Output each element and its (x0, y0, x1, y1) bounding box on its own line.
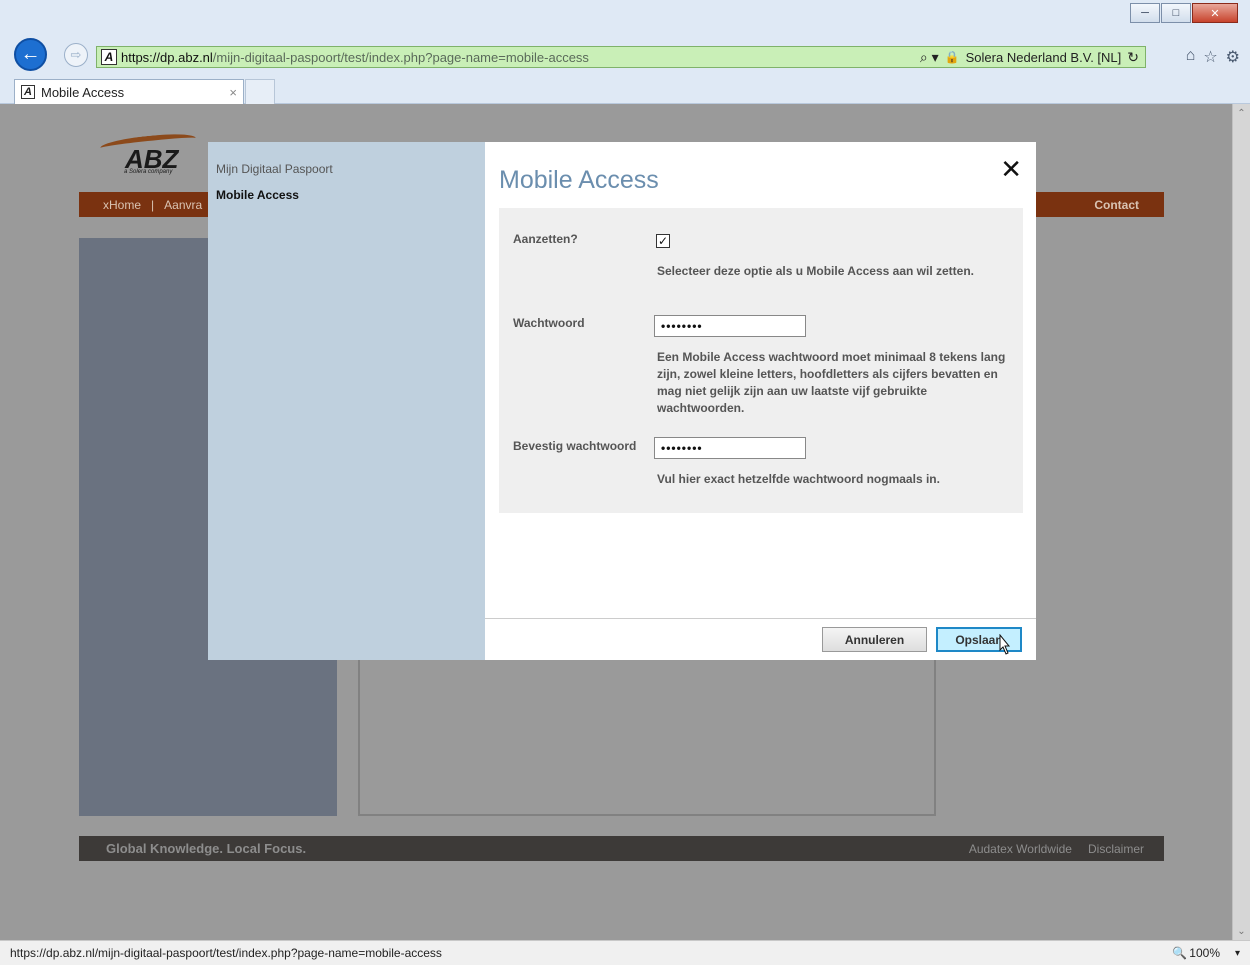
tab-title: Mobile Access (41, 84, 125, 100)
background-footer: Global Knowledge. Local Focus. Audatex W… (79, 836, 1164, 861)
nav-aanvragen-link[interactable]: Aanvra (164, 198, 202, 212)
tab-strip: A Mobile Access × (14, 79, 275, 104)
logo-subtitle: a Solera company (124, 169, 173, 175)
footer-tagline: Global Knowledge. Local Focus. (106, 841, 307, 856)
cancel-button[interactable]: Annuleren (822, 627, 927, 652)
url-scheme: https:// (121, 49, 161, 65)
sidebar-item-mijn-digitaal-paspoort[interactable]: Mijn Digitaal Paspoort (216, 162, 477, 176)
zoom-level: 100% (1189, 946, 1220, 960)
maximize-button[interactable]: □ (1161, 3, 1191, 23)
tab-close-icon[interactable]: × (229, 85, 237, 100)
window-controls: ─ □ ✕ (1130, 3, 1238, 23)
tab-favicon-icon: A (21, 85, 35, 99)
favorites-star-icon[interactable]: ☆ (1203, 47, 1217, 67)
site-favicon-icon: A (101, 49, 117, 65)
confirm-password-help-text: Vul hier exact hetzelfde wachtwoord nogm… (657, 472, 940, 486)
footer-link-audatex[interactable]: Audatex Worldwide (969, 842, 1072, 856)
address-bar[interactable]: A https://dp.abz.nl/mijn-digitaal-paspoo… (96, 46, 1146, 68)
footer-link-disclaimer[interactable]: Disclaimer (1088, 842, 1144, 856)
dialog-main: Mobile Access ✕ Aanzetten? ✓ Selecteer d… (485, 142, 1036, 660)
footer-links: Audatex Worldwide Disclaimer (969, 842, 1144, 856)
password-field[interactable]: •••••••• (654, 315, 806, 337)
tab-mobile-access[interactable]: A Mobile Access × (14, 79, 244, 104)
new-tab-button[interactable] (245, 79, 275, 104)
confirm-password-field[interactable]: •••••••• (654, 437, 806, 459)
url-host: dp.abz.nl (160, 49, 213, 65)
zoom-control[interactable]: 🔍 100% (1172, 946, 1220, 960)
minimize-button[interactable]: ─ (1130, 3, 1160, 23)
nav-contact-link[interactable]: Contact (1094, 198, 1139, 212)
forward-button[interactable]: ⇨ (64, 43, 88, 67)
nav-separator: | (151, 197, 155, 212)
zoom-dropdown-icon[interactable]: ▾ (1235, 948, 1240, 959)
page-viewport: ABZ a Solera company xHome | Aanvra Cont… (0, 104, 1250, 940)
password-label: Wachtwoord (513, 316, 585, 330)
mouse-cursor-icon (999, 634, 1011, 655)
status-bar: https://dp.abz.nl/mijn-digitaal-paspoort… (0, 940, 1250, 965)
scroll-up-icon[interactable]: ⌃ (1233, 104, 1250, 122)
enable-help-text: Selecteer deze optie als u Mobile Access… (657, 264, 975, 278)
enable-checkbox[interactable]: ✓ (656, 234, 670, 248)
back-button[interactable]: ← (14, 38, 47, 71)
password-help-text: Een Mobile Access wachtwoord moet minima… (657, 350, 1006, 415)
browser-chrome: ─ □ ✕ ← ⇨ A https://dp.abz.nl/mijn-digit… (0, 0, 1250, 104)
address-bar-actions: ⌕ ▾ 🔒 Solera Nederland B.V. [NL] ↻ (920, 49, 1145, 66)
scroll-down-icon[interactable]: ⌄ (1233, 922, 1250, 940)
nav-home-link[interactable]: xHome (103, 198, 141, 212)
settings-gear-icon[interactable]: ⚙ (1226, 47, 1240, 67)
search-dropdown-icon[interactable]: ⌕ ▾ (920, 49, 939, 66)
zoom-icon: 🔍 (1172, 946, 1188, 960)
dialog-footer: Annuleren Opslaan (485, 618, 1036, 660)
form-panel: Aanzetten? ✓ Selecteer deze optie als u … (499, 208, 1023, 513)
mobile-access-dialog: Mijn Digitaal Paspoort Mobile Access Mob… (208, 142, 1036, 660)
toolbar-icons: ⌂ ☆ ⚙ (1186, 47, 1240, 67)
sidebar-item-mobile-access[interactable]: Mobile Access (216, 188, 477, 202)
navigation-row: ← ⇨ A https://dp.abz.nl/mijn-digitaal-pa… (14, 38, 1240, 72)
close-window-button[interactable]: ✕ (1192, 3, 1238, 23)
lock-icon[interactable]: 🔒 (945, 50, 960, 64)
refresh-icon[interactable]: ↻ (1127, 49, 1139, 66)
dialog-title: Mobile Access (499, 166, 659, 194)
abz-logo[interactable]: ABZ a Solera company (99, 131, 200, 176)
dialog-sidebar: Mijn Digitaal Paspoort Mobile Access (208, 142, 485, 660)
home-icon[interactable]: ⌂ (1186, 47, 1196, 67)
enable-label: Aanzetten? (513, 232, 578, 246)
url-path: /mijn-digitaal-paspoort/test/index.php?p… (212, 49, 589, 65)
status-url: https://dp.abz.nl/mijn-digitaal-paspoort… (10, 946, 442, 960)
confirm-password-label: Bevestig wachtwoord (513, 439, 637, 453)
vertical-scrollbar[interactable]: ⌃ ⌄ (1232, 104, 1250, 940)
certificate-label[interactable]: Solera Nederland B.V. [NL] (966, 50, 1122, 65)
dialog-close-icon[interactable]: ✕ (1000, 156, 1022, 182)
